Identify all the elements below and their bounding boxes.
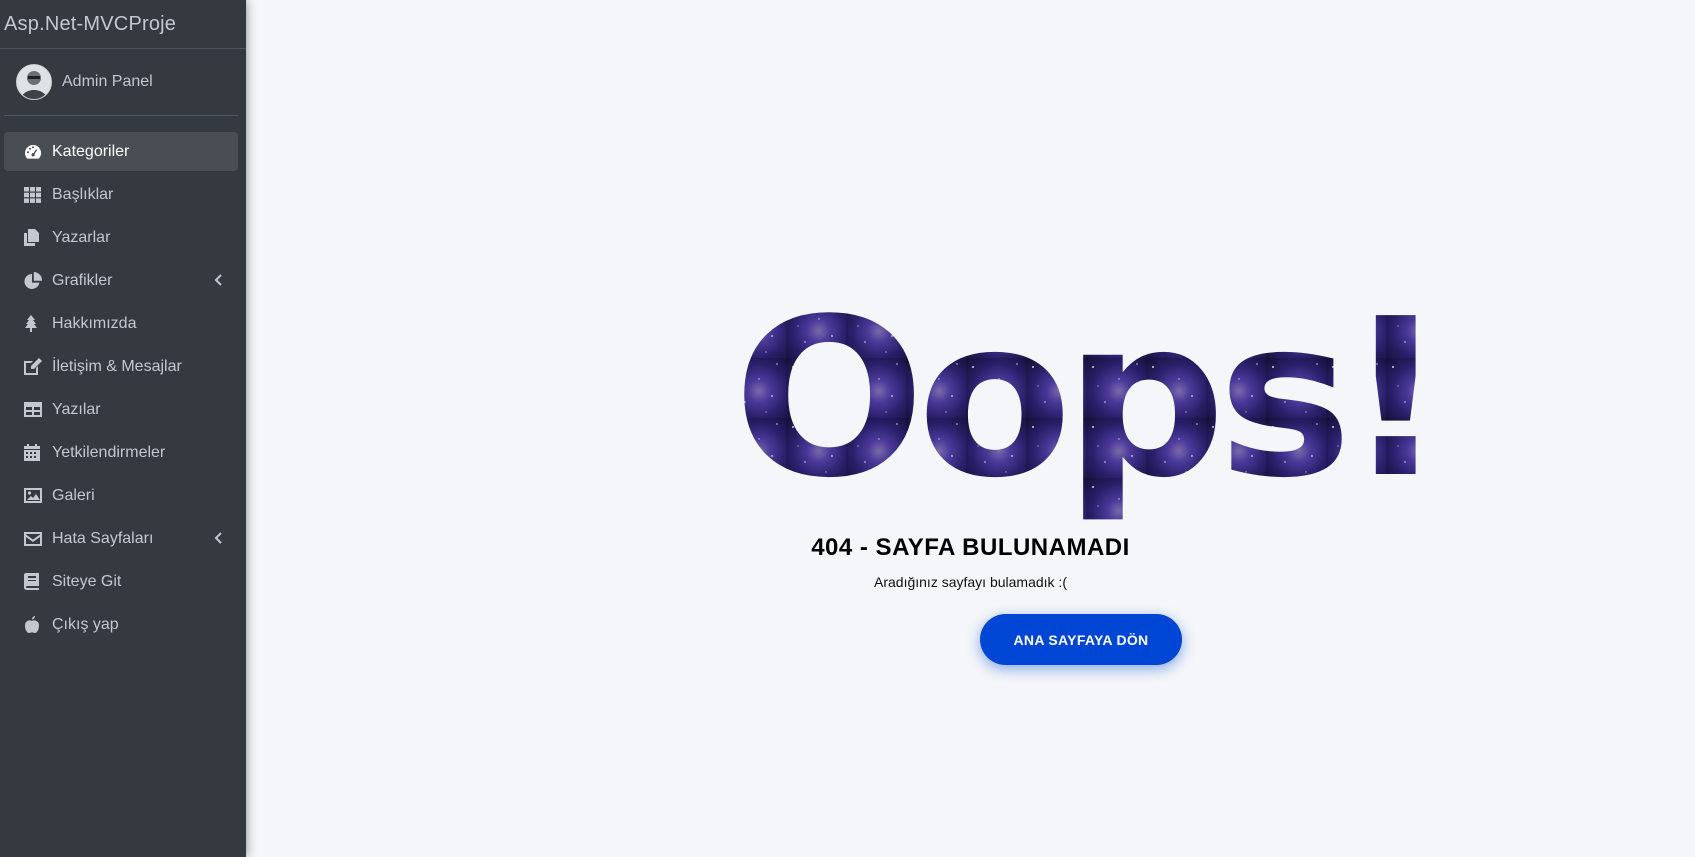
sidebar-item-galeri[interactable]: Galeri: [4, 476, 238, 515]
sidebar-item-label: Çıkış yap: [52, 615, 119, 633]
sidebar-item-label: Galeri: [52, 486, 95, 504]
brand-title: Asp.Net-MVCProje: [4, 12, 177, 35]
table-icon: [24, 401, 48, 419]
sidebar-item-label: Siteye Git: [52, 572, 122, 590]
image-icon: [24, 487, 48, 505]
sidebar-item-label: Hata Sayfaları: [52, 529, 154, 547]
sidebar-item-yazarlar[interactable]: Yazarlar: [4, 218, 238, 257]
sidebar-item-kategoriler[interactable]: Kategoriler: [4, 132, 238, 171]
edit-icon: [24, 358, 48, 376]
chart-pie-icon: [24, 272, 48, 290]
sidebar-item-label: Yetkilendirmeler: [52, 443, 166, 461]
tree-icon: [24, 315, 48, 333]
sidebar-item-label: Kategoriler: [52, 142, 130, 160]
user-name: Admin Panel: [62, 73, 153, 90]
sidebar-item-label: Hakkımızda: [52, 314, 137, 332]
tachometer-icon: [24, 143, 48, 161]
copy-icon: [24, 229, 48, 247]
apple-icon: [24, 615, 48, 634]
book-icon: [24, 573, 48, 591]
sidebar-menu: Kategoriler Başlıklar Yazarlar Grafikler: [0, 132, 246, 644]
sidebar-item-label: İletişim & Mesajlar: [52, 357, 182, 375]
brand-link[interactable]: Asp.Net-MVCProje: [0, 0, 246, 49]
sidebar-item-label: Yazılar: [52, 400, 101, 418]
sidebar-item-hata-sayfalari[interactable]: Hata Sayfaları: [4, 519, 238, 558]
avatar: [16, 64, 52, 100]
error-message: Aradığınız sayfayı bulamadık :(: [874, 574, 1067, 590]
user-panel[interactable]: Admin Panel: [4, 49, 238, 116]
sidebar-item-label: Grafikler: [52, 271, 113, 289]
sidebar-item-basliklar[interactable]: Başlıklar: [4, 175, 238, 214]
sidebar-item-grafikler[interactable]: Grafikler: [4, 261, 238, 300]
oops-text: Oops!: [733, 298, 1439, 526]
sidebar-item-yetkilendirmeler[interactable]: Yetkilendirmeler: [4, 433, 238, 472]
sidebar-item-iletisim-mesajlar[interactable]: İletişim & Mesajlar: [4, 347, 238, 386]
sidebar-item-yazilar[interactable]: Yazılar: [4, 390, 238, 429]
error-title: 404 - SAYFA BULUNAMADI: [811, 534, 1130, 561]
back-to-home-button[interactable]: ANA SAYFAYA DÖN: [980, 614, 1182, 665]
sidebar-item-cikis-yap[interactable]: Çıkış yap: [4, 605, 238, 644]
sidebar-item-label: Yazarlar: [52, 228, 111, 246]
th-grid-icon: [24, 186, 48, 204]
oops-headline: Oops!: [733, 298, 1446, 526]
calendar-icon: [24, 444, 48, 462]
sidebar-item-hakkimizda[interactable]: Hakkımızda: [4, 304, 238, 343]
envelope-icon: [24, 530, 48, 548]
sidebar-item-siteye-git[interactable]: Siteye Git: [4, 562, 238, 601]
chevron-left-icon[interactable]: [214, 531, 222, 549]
sidebar: Asp.Net-MVCProje Admin Panel Kategoriler…: [0, 0, 246, 857]
sidebar-item-label: Başlıklar: [52, 185, 114, 203]
chevron-left-icon[interactable]: [214, 273, 222, 291]
